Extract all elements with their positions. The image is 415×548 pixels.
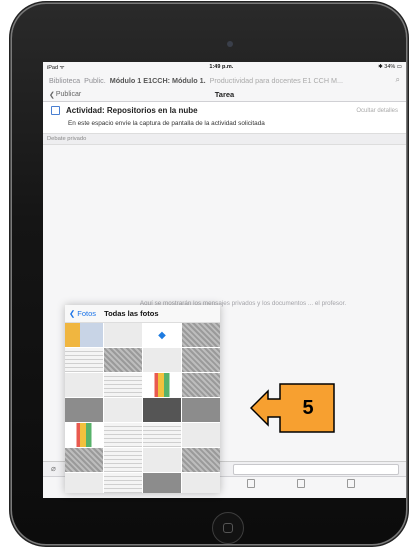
photo-thumbnail[interactable] xyxy=(143,473,181,493)
camera-icon xyxy=(227,41,233,47)
home-button[interactable] xyxy=(212,512,244,544)
message-input[interactable] xyxy=(233,464,399,475)
stage: iPad ᯤ 1:49 p.m. ✱ 34% ▭ Biblioteca Publ… xyxy=(0,0,415,548)
photo-thumbnail[interactable] xyxy=(104,423,142,447)
chevron-left-icon: ❮ xyxy=(49,91,55,99)
status-left: iPad ᯤ xyxy=(47,65,65,71)
back-button[interactable]: ❮ Publicar xyxy=(49,91,81,99)
photo-thumbnail[interactable] xyxy=(65,398,103,422)
status-bar: iPad ᯤ 1:49 p.m. ✱ 34% ▭ xyxy=(43,62,406,72)
photo-thumbnail[interactable] xyxy=(65,348,103,372)
photo-thumbnail[interactable] xyxy=(182,373,220,397)
status-time: 1:49 p.m. xyxy=(209,64,234,70)
step-number: 5 xyxy=(302,396,314,419)
step-callout: 5 xyxy=(250,383,336,433)
breadcrumb: Biblioteca Public. Módulo 1 E1CCH: Módul… xyxy=(43,72,406,88)
photo-thumbnail[interactable] xyxy=(143,398,181,422)
breadcrumb-library[interactable]: Biblioteca xyxy=(49,76,80,85)
status-right: ✱ 34% ▭ xyxy=(378,64,402,70)
photo-thumbnail[interactable] xyxy=(182,448,220,472)
photo-thumbnail[interactable] xyxy=(104,373,142,397)
photo-thumbnail[interactable] xyxy=(182,473,220,493)
home-square-icon xyxy=(223,523,233,533)
photo-thumbnail[interactable] xyxy=(65,323,103,347)
task-card: Actividad: Repositorios en la nube Ocult… xyxy=(43,102,406,134)
tab-icon xyxy=(297,479,305,488)
tab-icon xyxy=(247,479,255,488)
photo-thumbnail[interactable] xyxy=(182,423,220,447)
photo-thumbnail[interactable] xyxy=(65,448,103,472)
photos-back-label: Fotos xyxy=(77,309,97,318)
photo-thumbnail[interactable] xyxy=(143,323,181,347)
breadcrumb-module[interactable]: Módulo 1 E1CCH: Módulo 1. xyxy=(110,76,206,85)
search-icon[interactable]: ⌕ xyxy=(396,75,400,85)
photo-thumbnail[interactable] xyxy=(182,323,220,347)
photo-thumbnail[interactable] xyxy=(65,373,103,397)
photo-thumbnail[interactable] xyxy=(143,373,181,397)
picker-header: ❮ Fotos Todas las fotos xyxy=(65,305,220,323)
tab-4[interactable] xyxy=(283,479,319,489)
photo-thumbnail[interactable] xyxy=(143,423,181,447)
hide-details-link[interactable]: Ocultar detalles xyxy=(356,108,398,114)
photo-grid xyxy=(65,323,220,493)
breadcrumb-public[interactable]: Public. xyxy=(84,76,106,85)
tab-3[interactable] xyxy=(233,479,269,489)
nav-bar: ❮ Publicar Tarea xyxy=(43,88,406,102)
photo-thumbnail[interactable] xyxy=(65,473,103,493)
breadcrumb-course[interactable]: Productividad para docentes E1 CCH M... xyxy=(210,76,343,85)
chevron-left-icon: ❮ xyxy=(69,309,76,318)
paperclip-icon[interactable]: ⌀ xyxy=(51,464,56,473)
photo-thumbnail[interactable] xyxy=(65,423,103,447)
tab-5[interactable] xyxy=(333,479,369,489)
photo-thumbnail[interactable] xyxy=(182,348,220,372)
task-description: En este espacio envíe la captura de pant… xyxy=(68,120,265,127)
photo-thumbnail[interactable] xyxy=(182,398,220,422)
photo-thumbnail[interactable] xyxy=(104,448,142,472)
task-checkbox[interactable] xyxy=(51,106,60,115)
photo-thumbnail[interactable] xyxy=(143,448,181,472)
private-discussion-header: Debate privado xyxy=(43,134,406,145)
photo-thumbnail[interactable] xyxy=(104,348,142,372)
photo-thumbnail[interactable] xyxy=(143,348,181,372)
page-title: Tarea xyxy=(214,90,235,99)
tab-icon xyxy=(347,479,355,488)
photos-back-button[interactable]: ❮ Fotos xyxy=(69,309,96,318)
photo-thumbnail[interactable] xyxy=(104,323,142,347)
photo-thumbnail[interactable] xyxy=(104,473,142,493)
back-label: Publicar xyxy=(55,91,82,98)
task-title: Actividad: Repositorios en la nube xyxy=(66,106,198,115)
photo-picker: ❮ Fotos Todas las fotos xyxy=(65,305,220,493)
photo-thumbnail[interactable] xyxy=(104,398,142,422)
picker-title: Todas las fotos xyxy=(104,309,159,318)
